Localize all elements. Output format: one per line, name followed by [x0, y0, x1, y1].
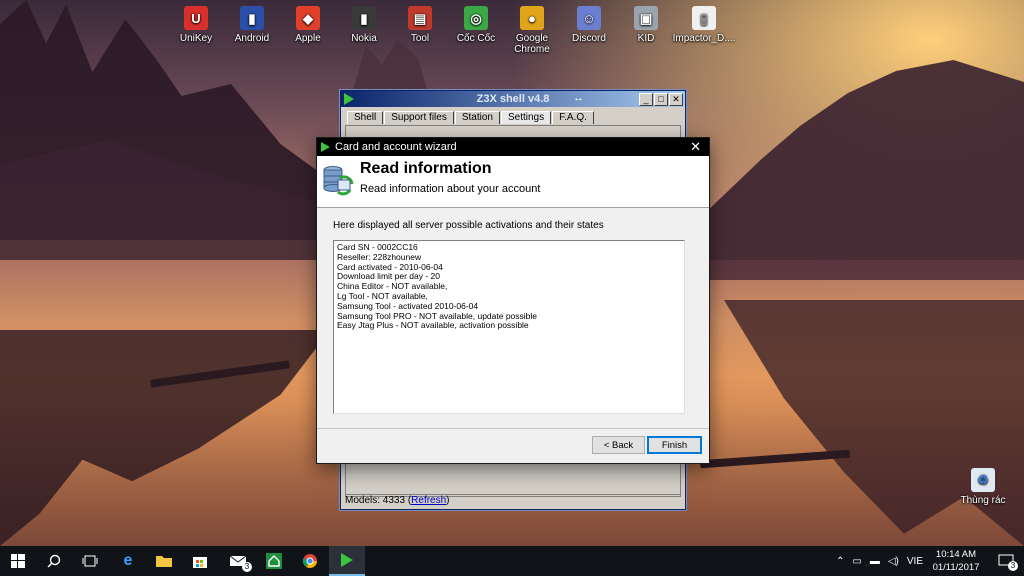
desktop-icon-nokia[interactable]: ▮ Nokia [336, 6, 392, 44]
account-info-textbox[interactable]: Card SN - 0002CC16 Reseller: 228zhounew … [333, 240, 685, 414]
card-account-wizard-dialog: Card and account wizard ✕ Read informati… [316, 137, 710, 464]
window-title: Z3X shell v4.8 [476, 93, 550, 105]
resize-arrows-icon: ↔ [573, 92, 584, 104]
taskbar-app-green[interactable] [256, 546, 292, 576]
desktop-icon-label: Apple [295, 33, 321, 44]
desktop-icon-label: Tool [410, 33, 430, 44]
apple-folder-icon: ◆ [296, 6, 320, 30]
kid-folder-icon: ▣ [634, 6, 658, 30]
task-view-icon [82, 555, 98, 567]
wizard-heading: Read information [360, 160, 492, 177]
edge-icon: e [123, 552, 133, 569]
status-bar: Models: 4333 (Refresh) [345, 494, 681, 507]
desktop-icon-label: Thùng rác [960, 495, 1006, 506]
taskbar-z3x[interactable] [329, 546, 365, 576]
desktop-icon-kid[interactable]: ▣ KID [618, 6, 674, 44]
wizard-description: Here displayed all server possible activ… [333, 220, 604, 231]
desktop-icon-label: KID [637, 33, 655, 44]
mail-badge: 3 [242, 562, 252, 572]
z3x-logo-icon [321, 142, 330, 152]
maximize-button[interactable]: □ [654, 93, 668, 106]
store-bag-icon [193, 557, 207, 568]
taskbar-clock[interactable]: 10:14 AM 01/11/2017 [928, 548, 984, 574]
chevron-up-icon[interactable]: ⌃ [836, 556, 844, 567]
start-button[interactable] [0, 546, 36, 576]
tab-faq[interactable]: F.A.Q. [552, 111, 594, 124]
dialog-title-bar[interactable]: Card and account wizard ✕ [317, 138, 709, 156]
tab-settings[interactable]: Settings [500, 111, 552, 124]
desktop-icon-label: Discord [572, 33, 606, 44]
close-button[interactable]: ✕ [669, 93, 683, 106]
house-app-icon [266, 553, 282, 569]
unikey-icon: U [184, 6, 208, 30]
desktop-icon-apple[interactable]: ◆ Apple [280, 6, 336, 44]
desktop-icon-recycle-bin[interactable]: ♻ Thùng rác [955, 468, 1011, 506]
taskbar-edge[interactable]: e [110, 546, 146, 576]
android-folder-icon: ▮ [240, 6, 264, 30]
taskbar: e 3 ⌃ ▭ ▬ ◁) VIE 10:14 AM 01/11/2017 3 [0, 546, 1024, 576]
desktop-icon-label: Nokia [351, 33, 377, 44]
desktop-icon-chrome[interactable]: ● Google Chrome [504, 6, 560, 55]
chrome-icon [302, 554, 317, 568]
discord-icon: ☺ [577, 6, 601, 30]
taskbar-chrome[interactable] [292, 546, 328, 576]
wizard-subheading: Read information about your account [360, 183, 541, 195]
file-icon: ▯ [692, 6, 716, 30]
close-icon[interactable]: ✕ [690, 138, 701, 156]
main-tabs: Shell Support files Station Settings F.A… [347, 111, 595, 125]
desktop-icon-tool[interactable]: ▤ Tool [392, 6, 448, 44]
desktop-icon-label: UniKey [179, 33, 213, 44]
tab-shell[interactable]: Shell [347, 111, 384, 124]
desktop-icon-label: Impactor_D.... [672, 33, 736, 44]
windows-logo-icon [11, 554, 25, 568]
network-icon[interactable]: ▬ [870, 556, 880, 567]
task-view-button[interactable] [72, 546, 108, 576]
volume-icon[interactable]: ◁) [888, 556, 899, 567]
desktop-icon-android[interactable]: ▮ Android [224, 6, 280, 44]
desktop-icon-discord[interactable]: ☺ Discord [561, 6, 617, 44]
search-button[interactable] [36, 546, 72, 576]
nokia-folder-icon: ▮ [352, 6, 376, 30]
coccoc-browser-icon: ◎ [464, 6, 488, 30]
info-line: Easy Jtag Plus - NOT available, activati… [337, 320, 529, 331]
wallpaper-mountain-right [704, 60, 1024, 280]
recycle-bin-icon: ♻ [971, 468, 995, 492]
minimize-button[interactable]: _ [639, 93, 653, 106]
chrome-icon: ● [520, 6, 544, 30]
tray-app-icon[interactable]: ▭ [852, 556, 861, 567]
desktop-icon-unikey[interactable]: U UniKey [168, 6, 224, 44]
search-icon [47, 554, 61, 568]
desktop-icon-label: Cốc Cốc [456, 33, 496, 44]
folder-icon [156, 556, 172, 567]
taskbar-file-explorer[interactable] [146, 546, 182, 576]
z3x-play-icon [341, 553, 353, 567]
clock-time: 10:14 AM [935, 549, 977, 560]
action-center-button[interactable]: 3 [988, 546, 1024, 576]
tab-station[interactable]: Station [454, 111, 500, 124]
system-tray: ⌃ ▭ ▬ ◁) VIE [836, 546, 932, 576]
refresh-link[interactable]: Refresh [411, 495, 446, 506]
tab-support-files[interactable]: Support files [384, 111, 454, 124]
desktop-icon-label: Google Chrome [514, 33, 550, 55]
window-title-bar[interactable]: Z3X shell v4.8 ↔ _ □ ✕ [341, 91, 685, 107]
tool-folder-icon: ▤ [408, 6, 432, 30]
taskbar-mail[interactable]: 3 [220, 546, 256, 576]
database-sync-icon [323, 166, 354, 196]
dialog-title: Card and account wizard [335, 141, 457, 153]
desktop-icon-impactor[interactable]: ▯ Impactor_D.... [672, 6, 736, 44]
back-button[interactable]: < Back [592, 436, 645, 454]
models-count: Models: 4333 [345, 495, 406, 506]
notification-badge: 3 [1008, 561, 1018, 571]
dialog-separator [317, 428, 709, 429]
desktop-icon-coccoc[interactable]: ◎ Cốc Cốc [448, 6, 504, 44]
wizard-header: Read information Read information about … [317, 156, 709, 208]
finish-button[interactable]: Finish [647, 436, 702, 454]
desktop-icon-label: Android [234, 33, 270, 44]
taskbar-store[interactable] [182, 546, 218, 576]
clock-date: 01/11/2017 [932, 562, 980, 573]
input-language[interactable]: VIE [907, 556, 923, 567]
